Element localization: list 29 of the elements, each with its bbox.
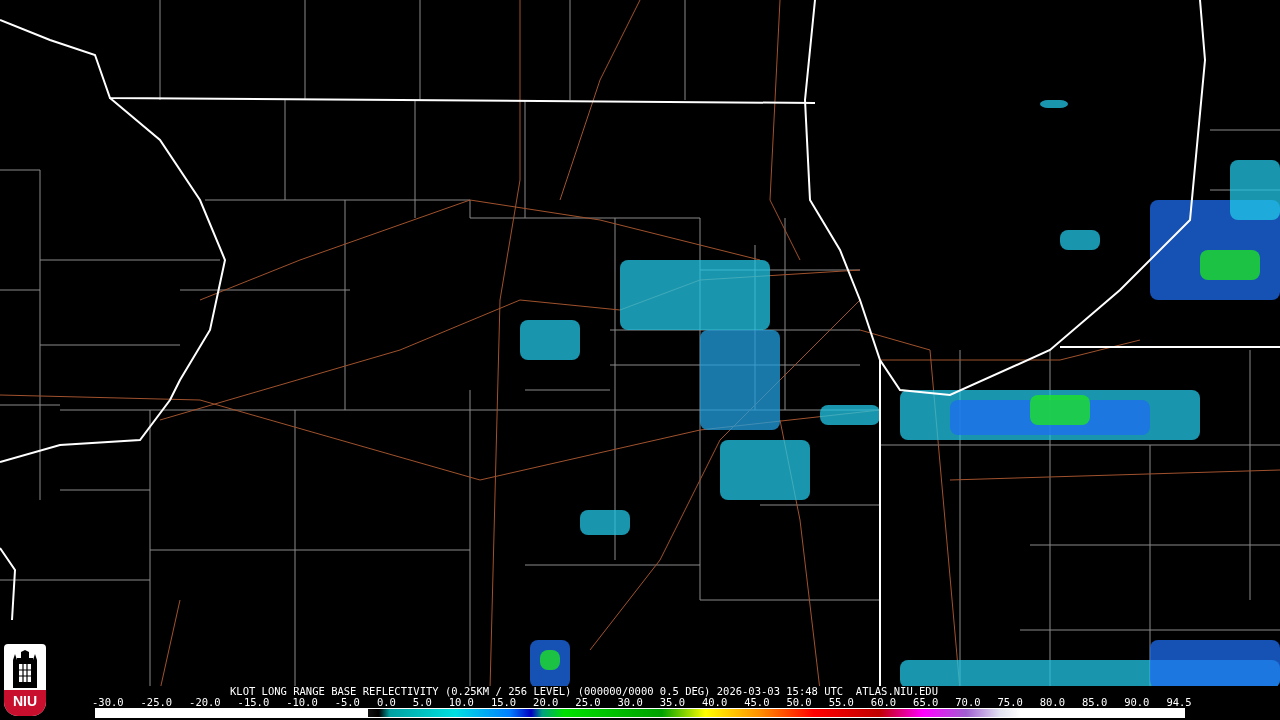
- scale-label: -25.0: [140, 697, 173, 708]
- scale-label: 40.0: [701, 697, 728, 708]
- scale-label: 50.0: [786, 697, 812, 708]
- scale-label: 65.0: [913, 697, 939, 708]
- scale-label: 30.0: [617, 697, 643, 708]
- scale-label: 0.0: [376, 697, 396, 708]
- scale-label: 90.0: [1124, 697, 1150, 708]
- scale-label: 45.0: [744, 697, 770, 708]
- scale-label: 25.0: [575, 697, 601, 708]
- scale-label: -20.0: [189, 697, 221, 708]
- scale-label: -30.0: [92, 697, 124, 708]
- scale-label: -15.0: [237, 697, 270, 708]
- scale-label: 60.0: [870, 697, 897, 708]
- scale-label: 85.0: [1081, 697, 1108, 708]
- scale-label: 35.0: [659, 697, 686, 708]
- scale-label: 5.0: [412, 697, 432, 708]
- scale-label: 20.0: [533, 697, 559, 708]
- scale-label: -5.0: [334, 697, 360, 708]
- scale-label: 80.0: [1039, 697, 1065, 708]
- scale-label: 10.0: [448, 697, 474, 708]
- scale-label: -10.0: [286, 697, 318, 708]
- scale-label: 55.0: [828, 697, 854, 708]
- tower-icon: [11, 650, 39, 688]
- scale-label: 15.0: [490, 697, 517, 708]
- scale-label: 75.0: [997, 697, 1023, 708]
- product-caption: KLOT LONG RANGE BASE REFLECTIVITY (0.25KM / 256 LEVEL) (000000/0000 0.5 DEG) 2026-03-03 15:48 UTC ATLAS.NIU.EDU: [229, 686, 939, 697]
- logo-text: NIU: [4, 690, 46, 716]
- scale-label: 94.5: [1166, 697, 1192, 708]
- scale-label: 70.0: [955, 697, 981, 708]
